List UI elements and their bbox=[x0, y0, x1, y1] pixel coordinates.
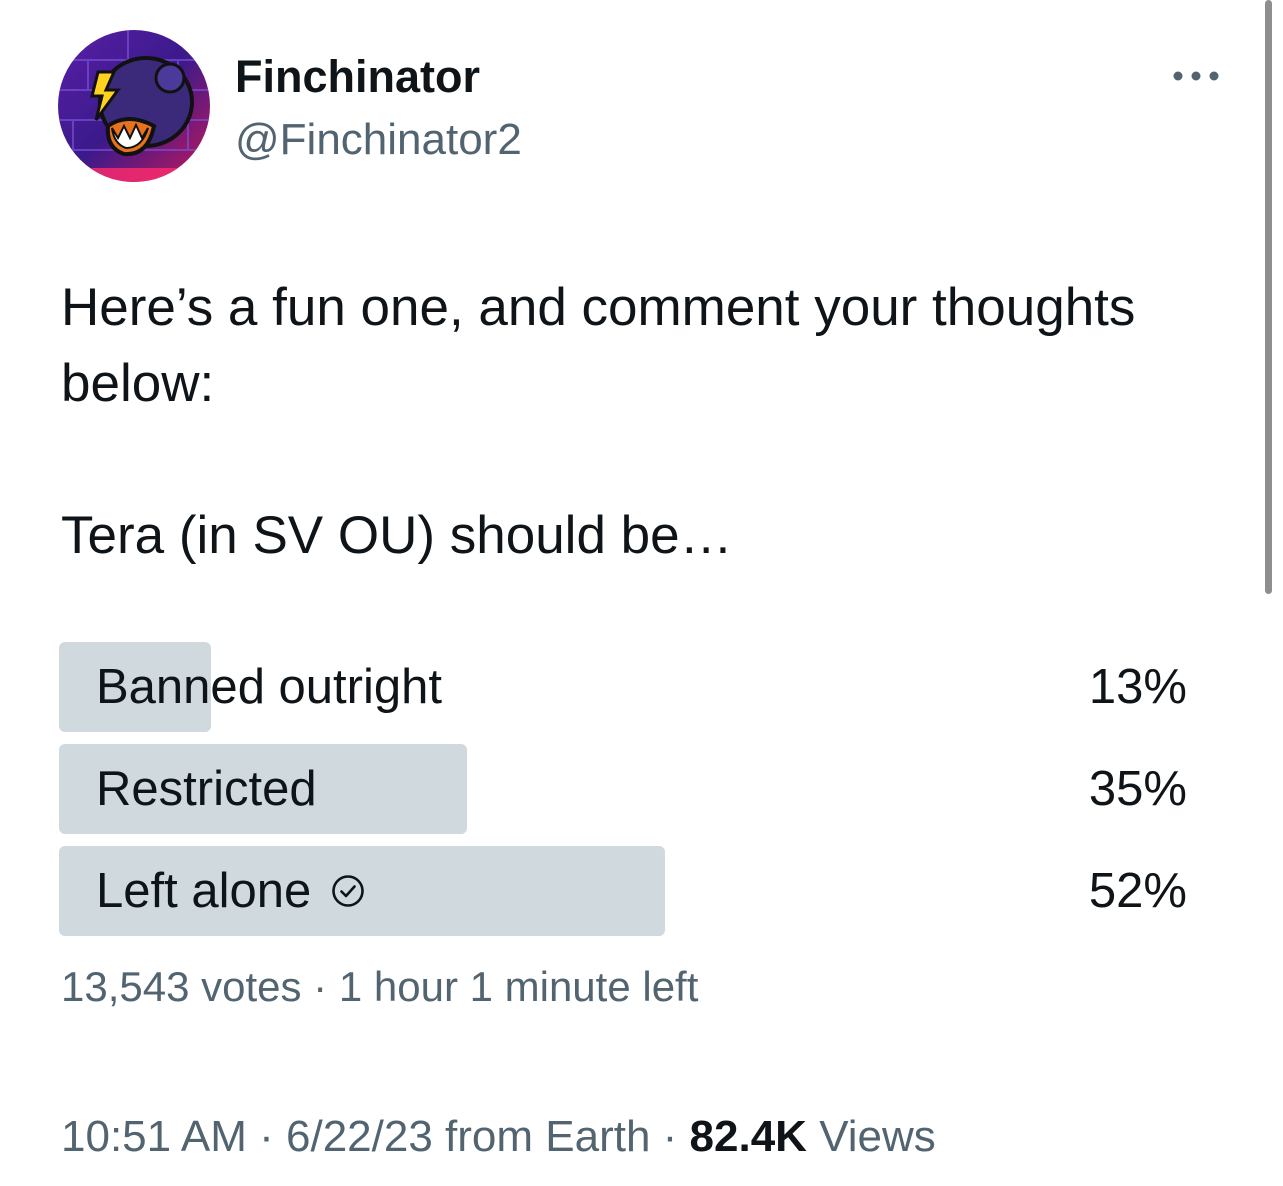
poll-option-percent: 35% bbox=[1088, 762, 1187, 816]
views-label: Views bbox=[806, 1112, 936, 1161]
poll-option-label: Left alone bbox=[96, 846, 365, 936]
author-handle[interactable]: @Finchinator2 bbox=[235, 113, 522, 167]
separator: · bbox=[650, 1112, 690, 1161]
scrollbar[interactable] bbox=[1265, 0, 1272, 594]
separator: · bbox=[301, 963, 339, 1010]
poll-option-label: Banned outright bbox=[96, 642, 442, 732]
check-circle-icon bbox=[332, 875, 365, 907]
poll-option: Left alone 52% bbox=[59, 846, 1187, 936]
poll-vote-count: 13,543 votes bbox=[61, 963, 302, 1010]
tweet-meta: 10:51 AM · 6/22/23 from Earth · 82.4K Vi… bbox=[61, 1110, 936, 1164]
poll-option: Banned outright 13% bbox=[59, 642, 1187, 732]
poll-option-percent: 52% bbox=[1088, 864, 1187, 918]
avatar[interactable] bbox=[58, 30, 210, 182]
poll: Banned outright 13% Restricted 35% Left … bbox=[59, 642, 1187, 948]
views-count[interactable]: 82.4K bbox=[690, 1112, 807, 1161]
poll-option-percent: 13% bbox=[1088, 660, 1187, 714]
tweet-time[interactable]: 10:51 AM bbox=[61, 1112, 247, 1161]
poll-option: Restricted 35% bbox=[59, 744, 1187, 834]
poll-option-text: Left alone bbox=[96, 864, 312, 918]
poll-option-text: Banned outright bbox=[96, 660, 442, 714]
cartoon-avatar-icon bbox=[58, 30, 210, 182]
poll-time-left: 1 hour 1 minute left bbox=[338, 963, 699, 1010]
more-options-button[interactable] bbox=[1168, 60, 1224, 92]
poll-option-label: Restricted bbox=[96, 744, 317, 834]
author-display-name[interactable]: Finchinator bbox=[235, 50, 480, 104]
more-dots-icon bbox=[1173, 71, 1219, 81]
separator: · bbox=[246, 1112, 287, 1161]
poll-option-text: Restricted bbox=[96, 762, 317, 816]
poll-meta: 13,543 votes · 1 hour 1 minute left bbox=[61, 962, 698, 1012]
tweet-text: Here’s a fun one, and comment your thoug… bbox=[61, 278, 1136, 565]
tweet-date[interactable]: 6/22/23 from Earth bbox=[286, 1112, 650, 1161]
